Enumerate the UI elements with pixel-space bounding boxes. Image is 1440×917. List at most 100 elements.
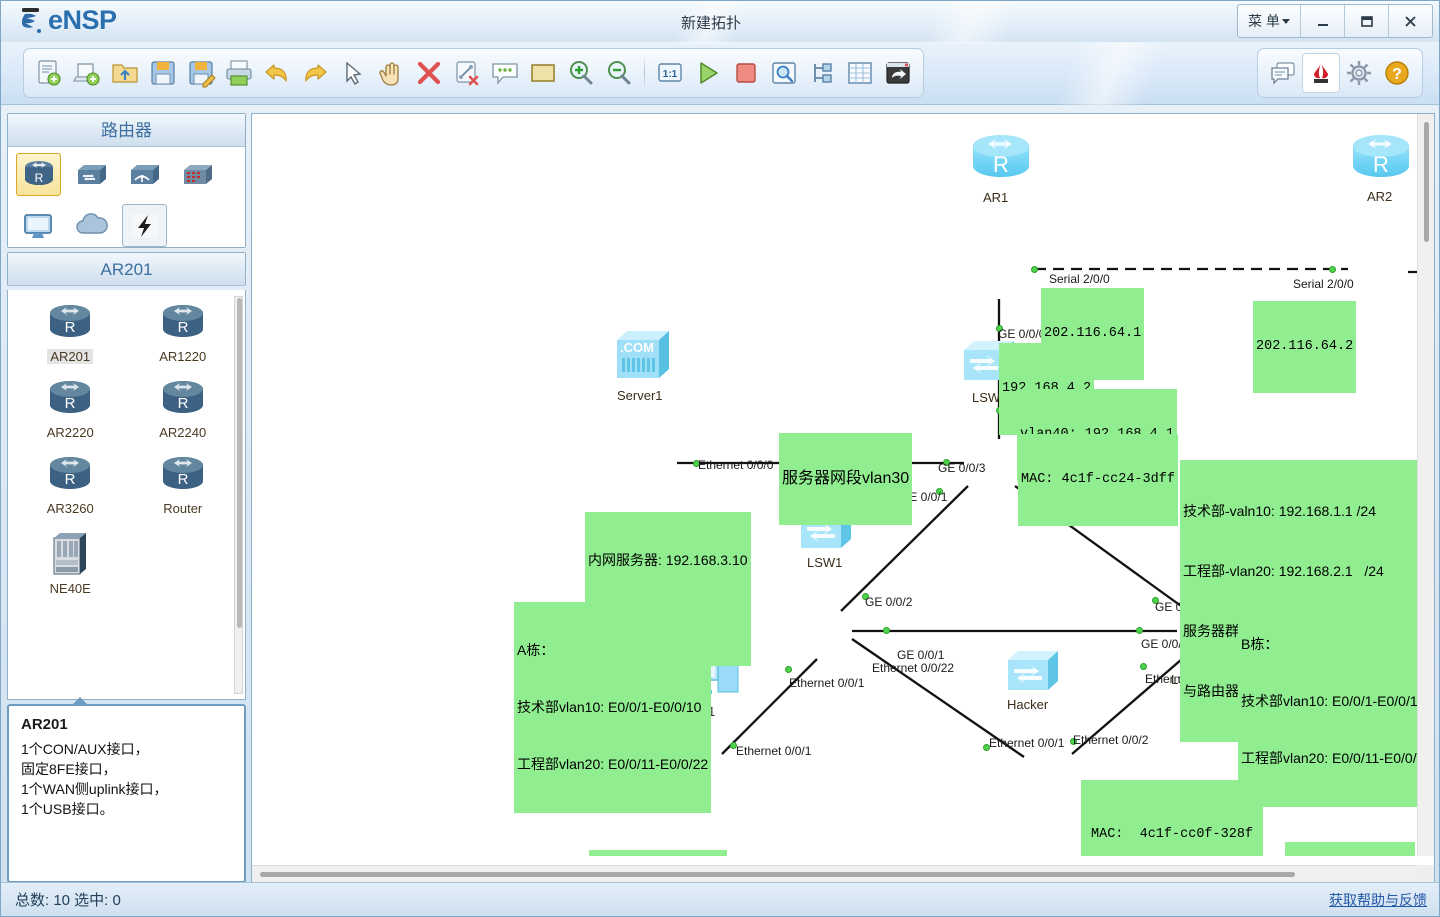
device-list-scrollbar[interactable]	[234, 296, 243, 694]
start-device-icon[interactable]	[689, 53, 727, 93]
pointer-icon[interactable]	[334, 53, 372, 93]
cloud-category-icon[interactable]	[69, 204, 114, 247]
scrollbar-thumb[interactable]	[237, 298, 242, 628]
redo-icon[interactable]	[296, 53, 334, 93]
restore-window-icon[interactable]	[879, 53, 917, 93]
note-building-a[interactable]: A栋： 技术部vlan10: E0/0/1-E0/0/10 工程部vlan20:…	[514, 602, 712, 813]
note-building-b[interactable]: B栋： 技术部vlan10: E0/0/1-E0/0/10 工程部vlan20:…	[1238, 596, 1419, 807]
svg-text:R: R	[65, 471, 76, 488]
node-ar2[interactable]: R AR2	[1345, 132, 1417, 204]
comment-icon[interactable]	[486, 53, 524, 93]
help-icon[interactable]: ?	[1378, 53, 1416, 93]
huawei-logo-icon[interactable]	[1302, 53, 1340, 93]
device-item-router[interactable]: R Router	[127, 454, 240, 516]
info-line: 固定8FE接口，	[21, 761, 117, 777]
svg-text:R: R	[34, 171, 43, 185]
router-icon: R	[973, 135, 1029, 177]
server-icon: .COM	[617, 331, 669, 378]
device-item-ar2220[interactable]: R AR2220	[14, 378, 127, 440]
note-pc1-ip[interactable]: 技术部: 192.168.1.10 GW192.168.1.1	[589, 850, 727, 856]
device-panel: 路由器 R AR201 R AR201 R AR1220 R AR2220 R …	[7, 113, 246, 883]
close-button[interactable]	[1388, 5, 1432, 37]
menu-button[interactable]: 菜 单	[1238, 5, 1300, 37]
remove-link-icon[interactable]	[448, 53, 486, 93]
note-ar2-serial-ip[interactable]: 202.116.64.2	[1253, 301, 1357, 393]
connection-category-icon[interactable]	[122, 204, 167, 247]
port-dot	[1031, 266, 1038, 273]
minimize-button[interactable]	[1300, 5, 1344, 37]
interface-label: Serial 2/0/0	[1293, 277, 1354, 291]
settings-gear-icon[interactable]	[1340, 53, 1378, 93]
print-icon[interactable]	[220, 53, 258, 93]
topology-tree-icon[interactable]	[803, 53, 841, 93]
canvas-vertical-scrollbar[interactable]	[1417, 114, 1434, 856]
ensp-logo-icon	[19, 6, 45, 36]
router-icon: R	[50, 305, 91, 337]
undo-icon[interactable]	[258, 53, 296, 93]
help-feedback-link[interactable]: 获取帮助与反馈	[1329, 890, 1427, 910]
info-line: 1个WAN侧uplink接口，	[21, 781, 168, 797]
device-item-ne40e[interactable]: NE40E	[14, 530, 127, 596]
note-lsw3-mac[interactable]: MAC: 4c1f-cc24-3dff	[1018, 434, 1178, 526]
topology-canvas-container: R AR1 R AR2 LSW3 .COM Server1 LSW1 Hacke…	[251, 113, 1435, 883]
node-hacker[interactable]: Hacker	[1004, 642, 1068, 712]
device-label: AR2240	[159, 425, 207, 440]
scrollbar-thumb[interactable]	[1424, 122, 1429, 242]
zoom-in-icon[interactable]	[562, 53, 600, 93]
wlan-category-icon[interactable]	[122, 153, 167, 196]
svg-text:R: R	[65, 319, 76, 336]
port-dot	[1329, 266, 1336, 273]
topology-canvas[interactable]: R AR1 R AR2 LSW3 .COM Server1 LSW1 Hacke…	[252, 114, 1419, 856]
router-icon: R	[50, 381, 91, 413]
router-icon: R	[50, 457, 91, 489]
device-item-ar1220[interactable]: R AR1220	[127, 302, 240, 364]
svg-text:R: R	[177, 395, 188, 412]
toolbar-left-group: 1:1	[23, 48, 924, 98]
save-icon[interactable]	[144, 53, 182, 93]
device-item-ar3260[interactable]: R AR3260	[14, 454, 127, 516]
category-header: 路由器	[8, 114, 245, 147]
hand-icon[interactable]	[372, 53, 410, 93]
note-server-segment[interactable]: 服务器网段vlan30	[779, 433, 913, 525]
interface-label: Ethernet 0/0/1	[989, 736, 1065, 750]
canvas-horizontal-scrollbar[interactable]	[252, 865, 1419, 882]
grid-icon[interactable]	[841, 53, 879, 93]
switch-icon	[1008, 651, 1058, 690]
rectangle-icon[interactable]	[524, 53, 562, 93]
port-dot	[1136, 627, 1143, 634]
open-icon[interactable]	[106, 53, 144, 93]
new-topology-icon[interactable]	[30, 53, 68, 93]
svg-text:1:1: 1:1	[663, 69, 678, 80]
save-as-icon[interactable]	[182, 53, 220, 93]
topology-diagram: R AR1 R AR2 LSW3 .COM Server1 LSW1 Hacke…	[252, 114, 1419, 856]
device-item-ar201[interactable]: R AR201	[14, 302, 127, 364]
router-category-icon[interactable]: R	[16, 153, 61, 196]
status-bar: 总数: 10 选中: 0 获取帮助与反馈	[1, 882, 1439, 916]
terminal-category-icon[interactable]	[16, 204, 61, 247]
stop-device-icon[interactable]	[727, 53, 765, 93]
forum-icon[interactable]	[1264, 53, 1302, 93]
note-pc2-ip[interactable]: 工程部: 192.18.2.10 GW: 192.168.2.1	[1285, 842, 1415, 856]
interface-label: GE 0/0/1	[897, 648, 945, 662]
note-hacker-mac[interactable]: MAC: 4c1f-cc0f-328f	[1081, 780, 1264, 856]
scrollbar-thumb[interactable]	[260, 872, 1295, 877]
actual-size-icon[interactable]: 1:1	[651, 53, 689, 93]
node-server1[interactable]: .COM Server1	[613, 326, 679, 403]
maximize-button[interactable]	[1344, 5, 1388, 37]
device-item-ar2240[interactable]: R AR2240	[127, 378, 240, 440]
firewall-category-icon[interactable]	[175, 153, 220, 196]
interface-label: Ethernet 0/0/1	[789, 676, 865, 690]
window-controls: 菜 单	[1237, 4, 1433, 38]
zoom-out-icon[interactable]	[600, 53, 638, 93]
router-icon: R	[162, 381, 203, 413]
capture-packet-icon[interactable]	[765, 53, 803, 93]
maximize-icon	[1360, 16, 1373, 27]
node-ar1[interactable]: R AR1	[965, 132, 1037, 205]
svg-text:R: R	[177, 319, 188, 336]
switch-category-icon[interactable]	[69, 153, 114, 196]
chevron-down-icon	[1281, 18, 1290, 24]
category-icon-grid: R	[8, 147, 245, 247]
port-dot	[785, 666, 792, 673]
delete-icon[interactable]	[410, 53, 448, 93]
new-device-icon[interactable]	[68, 53, 106, 93]
